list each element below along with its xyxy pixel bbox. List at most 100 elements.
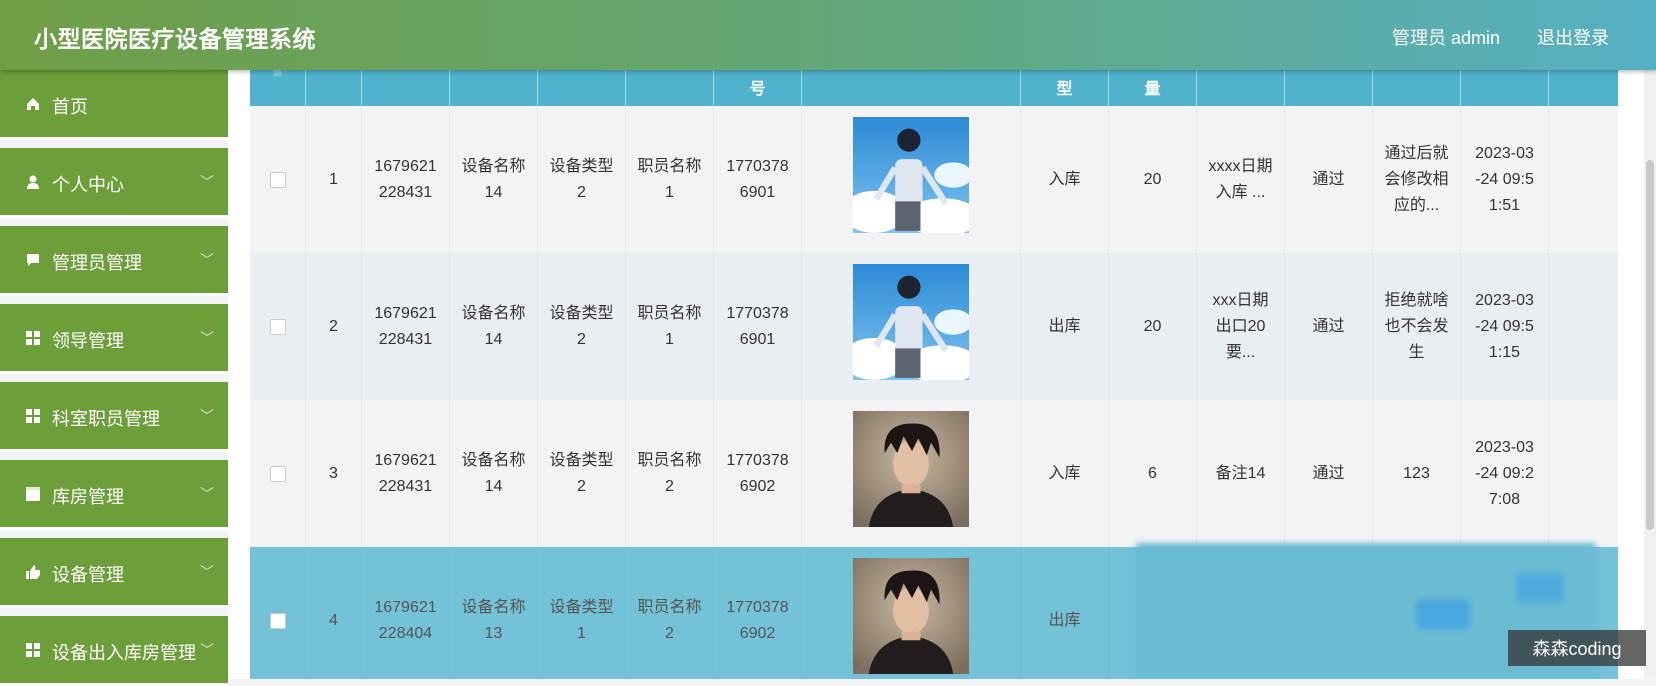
cell-remark: xxx日期 出口20 要... [1197, 253, 1285, 400]
header-status [1285, 70, 1373, 106]
sidebar-item-equipment-io[interactable]: 设备出入库房管理 ﹀ [0, 616, 228, 686]
sidebar-item-admin[interactable]: 管理员管理 ﹀ [0, 226, 228, 296]
chevron-down-icon: ﹀ [200, 642, 214, 658]
row-select-cell [250, 253, 306, 400]
staff-value: 职员名称 1 [637, 157, 702, 201]
sidebar-item-label: 设备管理 [52, 565, 124, 585]
sidebar-item-label: 管理员管理 [52, 253, 142, 273]
time-value: 2023-03 -24 09:5 1:51 [1475, 144, 1534, 214]
table-row[interactable]: 1 1679621 228431 设备名称 14 设备类型 2 职员名称 1 177037… [250, 106, 1618, 253]
person-icon [27, 175, 39, 189]
cell-staff: 职员名称 2 [626, 547, 714, 679]
cell-time: 2023-03 -24 09:5 1:51 [1461, 106, 1549, 253]
qty-value: 6 [1148, 464, 1157, 482]
code-value: 1679621 228404 [374, 598, 437, 642]
no-value: 1 [329, 170, 338, 188]
sidebar-item-label: 科室职员管理 [52, 409, 160, 429]
cell-no: 1 [306, 106, 362, 253]
cell-status: 通过 [1285, 400, 1373, 547]
photo-cell [802, 253, 1021, 400]
header-name [450, 70, 538, 106]
staff-photo [853, 411, 969, 536]
cell-qty: 20 [1109, 253, 1197, 400]
staff-value: 职员名称 2 [637, 451, 702, 495]
header-time [1461, 70, 1549, 106]
staff-photo [842, 264, 980, 389]
sidebar-item-warehouse[interactable]: 库房管理 ﹀ [0, 460, 228, 530]
header-select[interactable]: ■ [250, 70, 306, 106]
table-row[interactable]: 2 1679621 228431 设备名称 14 设备类型 2 职员名称 1 177037… [250, 253, 1618, 400]
cell-type: 设备类型 1 [538, 547, 626, 679]
reply-value: 通过后就 会修改相 应的... [1384, 144, 1449, 214]
cell-code: 1679621 228431 [362, 400, 450, 547]
reply-value: 拒绝就啥 也不会发 生 [1384, 291, 1449, 361]
box-icon [26, 487, 40, 501]
chevron-down-icon: ﹀ [200, 252, 214, 268]
cell-code: 1679621 228404 [362, 547, 450, 679]
time-value: 2023-03 -24 09:5 1:15 [1475, 291, 1534, 361]
sidebar-item-home[interactable]: 首页 [0, 70, 228, 140]
cell-io: 入库 [1021, 400, 1109, 547]
staff-value: 职员名称 2 [637, 598, 702, 642]
name-value: 设备名称 14 [461, 157, 526, 201]
cell-phone: 1770378 6902 [714, 400, 802, 547]
header-type [538, 70, 626, 106]
header-no [306, 70, 362, 106]
name-value: 设备名称 14 [461, 304, 526, 348]
cell-io: 入库 [1021, 106, 1109, 253]
cell-name: 设备名称 13 [450, 547, 538, 679]
row-checkbox[interactable] [269, 171, 286, 188]
row-checkbox[interactable] [269, 318, 286, 335]
photo-cell [802, 400, 1021, 547]
type-value: 设备类型 2 [549, 304, 614, 348]
no-value: 3 [329, 464, 338, 482]
header-staff [626, 70, 714, 106]
cell-type: 设备类型 2 [538, 400, 626, 547]
table-row[interactable]: 3 1679621 228431 设备名称 14 设备类型 2 职员名称 2 177037… [250, 400, 1618, 547]
sidebar-item-staff[interactable]: 科室职员管理 ﹀ [0, 382, 228, 452]
staff-photo [853, 558, 969, 679]
remark-value: 备注14 [1215, 464, 1266, 482]
table-header: ■ 号 型 量 [250, 70, 1618, 106]
sidebar-item-label: 个人中心 [52, 175, 124, 195]
sidebar-item-leader[interactable]: 领导管理 ﹀ [0, 304, 228, 374]
scrollbar-thumb[interactable] [1646, 160, 1654, 530]
cell-no: 4 [306, 547, 362, 679]
sidebar-item-equipment[interactable]: 设备管理 ﹀ [0, 538, 228, 608]
cell-name: 设备名称 14 [450, 253, 538, 400]
sidebar-item-profile[interactable]: 个人中心 ﹀ [0, 148, 228, 218]
row-checkbox[interactable] [269, 612, 286, 629]
chevron-down-icon: ﹀ [200, 564, 214, 580]
cell-name: 设备名称 14 [450, 400, 538, 547]
no-value: 4 [329, 611, 338, 629]
grid-icon [26, 409, 40, 423]
type-value: 设备类型 2 [549, 157, 614, 201]
cell-code: 1679621 228431 [362, 253, 450, 400]
cell-reply: 拒绝就啥 也不会发 生 [1373, 253, 1461, 400]
header-photo [802, 70, 1021, 106]
row-select-cell [250, 106, 306, 253]
remark-value: xxx日期 出口20 要... [1212, 291, 1269, 361]
name-value: 设备名称 14 [461, 451, 526, 495]
io-value: 入库 [1048, 170, 1081, 188]
cell-type: 设备类型 2 [538, 106, 626, 253]
logout-link[interactable]: 退出登录 [1537, 24, 1609, 50]
vertical-scrollbar[interactable] [1644, 70, 1656, 679]
qty-value: 20 [1143, 317, 1162, 335]
type-value: 设备类型 2 [549, 451, 614, 495]
app-title: 小型医院医疗设备管理系统 [34, 26, 316, 52]
cell-code: 1679621 228431 [362, 106, 450, 253]
header-io-type: 型 [1021, 70, 1109, 106]
code-value: 1679621 228431 [374, 157, 437, 201]
cell-staff: 职员名称 1 [626, 253, 714, 400]
cell-reply: 通过后就 会修改相 应的... [1373, 106, 1461, 253]
chevron-down-icon: ﹀ [200, 408, 214, 424]
status-value: 通过 [1312, 317, 1345, 335]
cell-remark: 备注14 [1197, 400, 1285, 547]
watermark: 森森coding [1508, 630, 1646, 666]
row-select-cell [250, 547, 306, 679]
status-value: 通过 [1312, 464, 1345, 482]
phone-value: 1770378 6902 [726, 598, 789, 642]
type-value: 设备类型 1 [549, 598, 614, 642]
row-checkbox[interactable] [269, 465, 286, 482]
